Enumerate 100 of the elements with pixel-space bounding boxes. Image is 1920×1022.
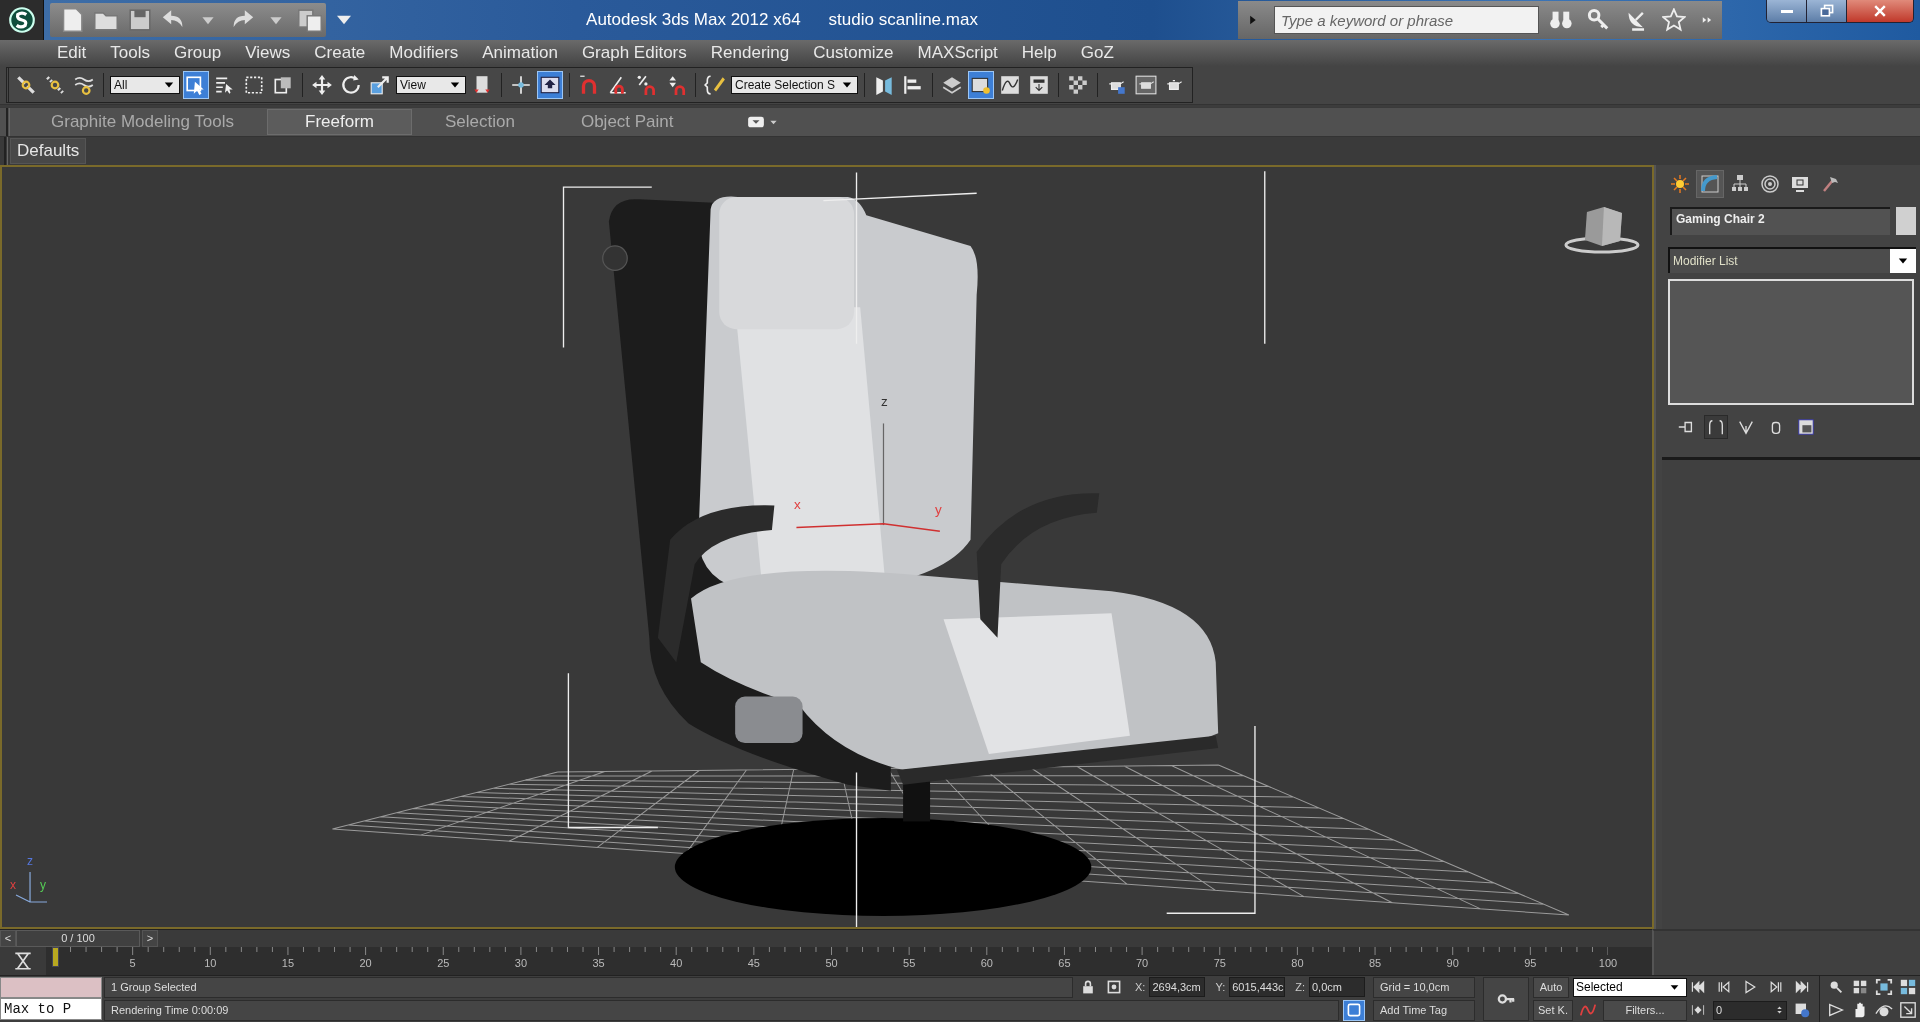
arc-icon xyxy=(1700,174,1720,194)
view-cube-icon[interactable] xyxy=(1564,207,1640,254)
frame-number: 65 xyxy=(1058,957,1071,969)
hierarchy-icon xyxy=(1730,174,1750,194)
scale-icon xyxy=(369,74,391,97)
close-icon xyxy=(1872,3,1888,19)
crosshair-icon xyxy=(510,74,532,97)
maximize-viewport-icon xyxy=(1899,1001,1917,1020)
frame-number: 90 xyxy=(1446,957,1459,969)
search-field[interactable]: Type a keyword or phrase xyxy=(1273,6,1539,34)
menu-item[interactable]: Customize xyxy=(813,42,905,63)
coordinate-label: Z: xyxy=(1295,981,1305,994)
percent-magnet-icon xyxy=(636,74,658,97)
ribbon-tab[interactable]: Freeform xyxy=(267,109,412,136)
curve-editor-button[interactable] xyxy=(0,947,46,975)
move-arrows-icon xyxy=(311,74,333,97)
grid-size-text: Grid = 10,0cm xyxy=(1373,977,1475,998)
next-frame-button[interactable]: > xyxy=(142,930,158,947)
cursor-button[interactable] xyxy=(183,71,209,100)
panel-button[interactable]: Defaults xyxy=(10,138,87,165)
menu-item[interactable]: Animation xyxy=(482,42,569,63)
listener-output-field[interactable] xyxy=(0,977,102,998)
key-filter-dropdown[interactable]: Selected xyxy=(1573,978,1687,997)
dropdown[interactable]: All xyxy=(110,76,180,95)
braces-pencil-icon xyxy=(704,74,726,97)
speech-bubble-icon[interactable] xyxy=(746,115,765,130)
frame-spinner[interactable]: 0 xyxy=(1713,1001,1787,1020)
previous-frame-button[interactable]: < xyxy=(0,930,16,947)
frame-number: 35 xyxy=(592,957,605,969)
menu-item[interactable]: Group xyxy=(174,42,233,63)
hammer-icon xyxy=(1820,174,1840,194)
play-icon xyxy=(1742,979,1758,996)
ribbon-tab[interactable]: Object Paint xyxy=(547,109,707,136)
close-button[interactable] xyxy=(1847,0,1913,22)
menu-item[interactable]: Rendering xyxy=(710,42,801,63)
wavy-lines-icon xyxy=(73,74,95,97)
rotate-icon xyxy=(340,74,362,97)
frame-number: 10 xyxy=(204,957,217,969)
menu-item[interactable]: Help xyxy=(1021,42,1068,63)
application-button[interactable] xyxy=(0,0,44,40)
dropdown[interactable]: View xyxy=(396,76,466,95)
ribbon-tab[interactable]: Selection xyxy=(412,109,548,136)
axis-label: y xyxy=(935,502,942,518)
schematic-icon xyxy=(1028,74,1051,97)
zoom-extents-icon xyxy=(1875,978,1893,997)
upload-arrow-button[interactable] xyxy=(537,71,563,100)
monitor-icon xyxy=(1790,174,1810,194)
minimize-button[interactable] xyxy=(1767,0,1807,22)
menu-item[interactable]: Graph Editors xyxy=(581,42,698,63)
key-icon[interactable] xyxy=(1586,8,1611,32)
clock-window-icon xyxy=(1794,1002,1810,1019)
curve-graph-icon xyxy=(999,74,1022,97)
frame-number: 25 xyxy=(437,957,450,969)
time-slider-thumb[interactable]: 0 / 100 xyxy=(16,930,140,947)
star-icon[interactable] xyxy=(1662,8,1687,32)
teapot-window-icon xyxy=(1135,74,1158,97)
listener-input-field[interactable]: Max to P xyxy=(0,998,102,1020)
coordinate-label: X: xyxy=(1135,981,1146,994)
frame-number: 55 xyxy=(903,957,916,969)
frame-number: 70 xyxy=(1135,957,1149,969)
modifier-stack-list[interactable] xyxy=(1668,279,1914,405)
frame-number: 15 xyxy=(281,957,295,969)
frame-number: 80 xyxy=(1291,957,1304,969)
filters-button[interactable]: Filters... xyxy=(1602,1000,1687,1021)
restore-icon xyxy=(1818,3,1835,19)
frame-number: 5 xyxy=(129,957,136,969)
time-tag-button[interactable] xyxy=(1343,1000,1365,1021)
set-key-button[interactable] xyxy=(1483,977,1529,1021)
restore-button[interactable] xyxy=(1807,0,1847,22)
menu-item[interactable]: Views xyxy=(245,42,302,63)
object-name-field[interactable]: Gaming Chair 2 xyxy=(1670,207,1890,235)
minimize-icon xyxy=(1780,9,1793,13)
sun-icon xyxy=(1670,174,1690,194)
color-swatch[interactable] xyxy=(1896,207,1916,235)
axis-tripod-icon xyxy=(15,871,48,903)
ribbon-tab[interactable]: Graphite Modeling Tools xyxy=(18,109,267,136)
brackets-button[interactable] xyxy=(1704,415,1728,439)
menu-item[interactable]: MAXScript xyxy=(917,42,1009,63)
folder-bulb-button[interactable] xyxy=(968,71,995,100)
coordinate-field[interactable]: 6015,443c xyxy=(1229,977,1286,998)
menu-item[interactable]: Tools xyxy=(110,42,161,63)
axis-label: z xyxy=(27,854,34,868)
coordinate-field[interactable]: 0,0cm xyxy=(1309,977,1365,998)
coordinate-field[interactable]: 2694,3cm xyxy=(1149,977,1206,998)
set-key-mode-button[interactable]: Set K. xyxy=(1533,1000,1573,1021)
add-time-tag-field[interactable]: Add Time Tag xyxy=(1373,1000,1475,1021)
frame-number: 30 xyxy=(514,957,527,969)
axis-label: z xyxy=(881,394,888,410)
menu-item[interactable]: Create xyxy=(314,42,377,63)
modifier-list-dropdown[interactable]: Modifier List xyxy=(1668,247,1916,273)
lock-icon xyxy=(1080,979,1096,996)
menu-item[interactable]: Edit xyxy=(57,42,98,63)
brackets-icon xyxy=(1707,418,1725,436)
menu-item[interactable]: GoZ xyxy=(1080,42,1125,63)
axis-label: x xyxy=(10,878,16,892)
menu-item[interactable]: Modifiers xyxy=(389,42,470,63)
dropdown[interactable]: Create Selection S xyxy=(731,76,859,95)
frame-number: 95 xyxy=(1524,957,1537,969)
axis-label: y xyxy=(40,878,47,892)
auto-key-button[interactable]: Auto xyxy=(1533,977,1569,998)
